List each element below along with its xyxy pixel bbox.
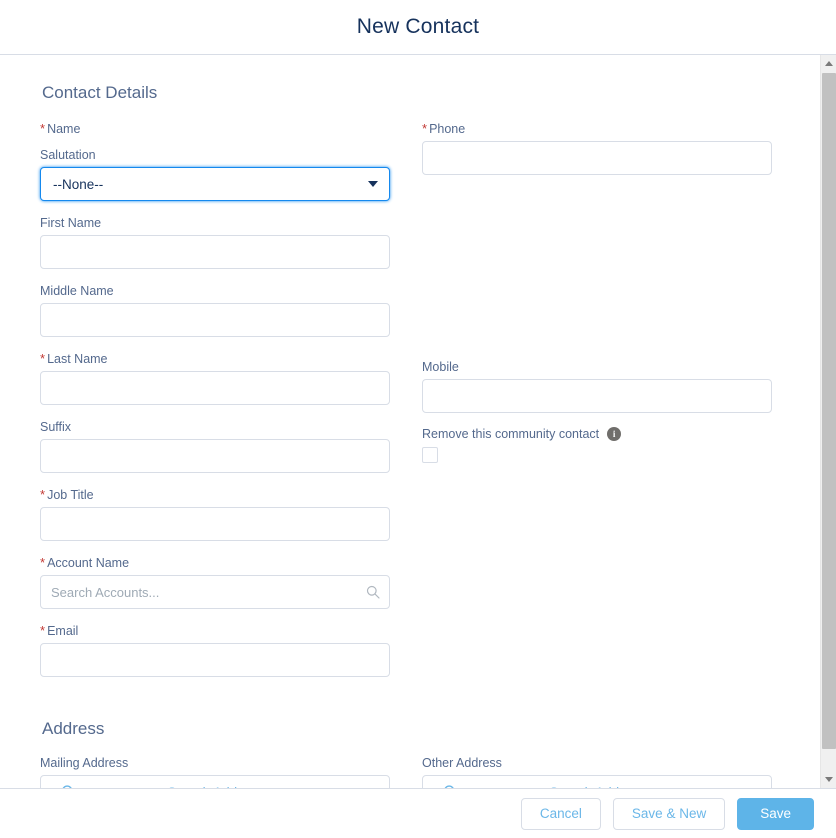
- new-contact-modal: New Contact Contact Details * Name Saluta…: [0, 0, 836, 838]
- field-job-title: * Job Title: [40, 487, 390, 541]
- mobile-input[interactable]: [422, 379, 772, 413]
- field-phone: * Phone: [422, 121, 772, 175]
- required-asterisk: *: [422, 121, 428, 136]
- field-last-name: * Last Name: [40, 351, 390, 405]
- chevron-up-icon[interactable]: [821, 55, 836, 72]
- address-right-column: Other Address Search Address: [422, 755, 772, 788]
- cancel-button[interactable]: Cancel: [520, 797, 601, 830]
- middle-name-input[interactable]: [40, 303, 390, 337]
- field-salutation: Salutation --None--: [40, 147, 390, 201]
- mailing-address-search-button[interactable]: Search Address: [40, 775, 390, 788]
- vertical-scrollbar[interactable]: [820, 55, 836, 788]
- section-heading-address: Address: [42, 719, 105, 738]
- label-salutation: Salutation: [40, 148, 96, 162]
- field-remove-community-contact: Remove this community contact i: [422, 427, 772, 463]
- address-left-column: Mailing Address Search Address: [40, 755, 390, 788]
- right-column-spacer-upper: [422, 189, 772, 300]
- other-address-search-label: Search Address: [423, 785, 771, 789]
- scrollbar-thumb[interactable]: [822, 73, 836, 749]
- contact-details-left-column: * Name Salutation --None-- First Name Mi…: [40, 121, 390, 691]
- save-and-new-button[interactable]: Save & New: [612, 797, 726, 830]
- suffix-input[interactable]: [40, 439, 390, 473]
- salutation-picklist[interactable]: --None--: [40, 167, 390, 201]
- first-name-input[interactable]: [40, 235, 390, 269]
- info-icon[interactable]: i: [607, 427, 622, 441]
- field-suffix: Suffix: [40, 419, 390, 473]
- save-button[interactable]: Save: [737, 797, 814, 830]
- field-name-group: * Name: [40, 121, 390, 137]
- right-column-spacer-lower: [422, 300, 772, 359]
- account-name-lookup[interactable]: [40, 575, 390, 609]
- form-scroll-region: Contact Details * Name Salutation --None-…: [0, 55, 820, 788]
- account-name-input[interactable]: [40, 575, 390, 609]
- salutation-picklist-value[interactable]: --None--: [40, 167, 390, 201]
- label-suffix: Suffix: [40, 420, 72, 434]
- required-asterisk: *: [40, 487, 46, 502]
- field-other-address: Other Address Search Address: [422, 755, 772, 788]
- label-remove-community-contact: Remove this community contact i: [422, 427, 772, 441]
- section-heading-contact-details: Contact Details: [42, 83, 158, 102]
- remove-community-contact-checkbox[interactable]: [422, 447, 438, 463]
- label-middle-name: Middle Name: [40, 284, 114, 298]
- field-account-name: * Account Name: [40, 555, 390, 609]
- modal-footer: Cancel Save & New Save: [0, 788, 836, 838]
- label-other-address: Other Address: [422, 756, 502, 770]
- required-asterisk: *: [40, 623, 46, 638]
- search-icon: [61, 785, 76, 788]
- label-account-name: * Account Name: [40, 555, 130, 570]
- label-last-name: * Last Name: [40, 351, 108, 366]
- modal-body: Contact Details * Name Salutation --None-…: [0, 55, 836, 788]
- required-asterisk: *: [40, 351, 46, 366]
- label-email: * Email: [40, 623, 79, 638]
- label-job-title: * Job Title: [40, 487, 94, 502]
- search-icon: [443, 785, 458, 788]
- required-asterisk: *: [40, 121, 46, 136]
- address-columns: Mailing Address Search Address: [40, 755, 780, 788]
- email-field[interactable]: [40, 643, 390, 677]
- contact-details-right-column: * Phone Mobile Remove this community cont…: [422, 121, 772, 691]
- other-address-search-button[interactable]: Search Address: [422, 775, 772, 788]
- label-name: * Name: [40, 121, 81, 136]
- field-mobile: Mobile: [422, 359, 772, 413]
- contact-details-columns: * Name Salutation --None-- First Name Mi…: [40, 121, 780, 691]
- mailing-address-search-label: Search Address: [41, 785, 389, 789]
- label-mobile: Mobile: [422, 360, 459, 374]
- label-first-name: First Name: [40, 216, 102, 230]
- field-mailing-address: Mailing Address Search Address: [40, 755, 390, 788]
- remove-community-contact-text: Remove this community contact: [422, 427, 600, 441]
- last-name-input[interactable]: [40, 371, 390, 405]
- job-title-input[interactable]: [40, 507, 390, 541]
- label-phone: * Phone: [422, 121, 466, 136]
- field-first-name: First Name: [40, 215, 390, 269]
- field-email: * Email: [40, 623, 390, 677]
- page-title: New Contact: [356, 15, 480, 38]
- field-middle-name: Middle Name: [40, 283, 390, 337]
- modal-header: New Contact: [0, 0, 836, 55]
- phone-input[interactable]: [422, 141, 772, 175]
- required-asterisk: *: [40, 555, 46, 570]
- label-mailing-address: Mailing Address: [40, 756, 129, 770]
- chevron-down-icon[interactable]: [821, 771, 836, 788]
